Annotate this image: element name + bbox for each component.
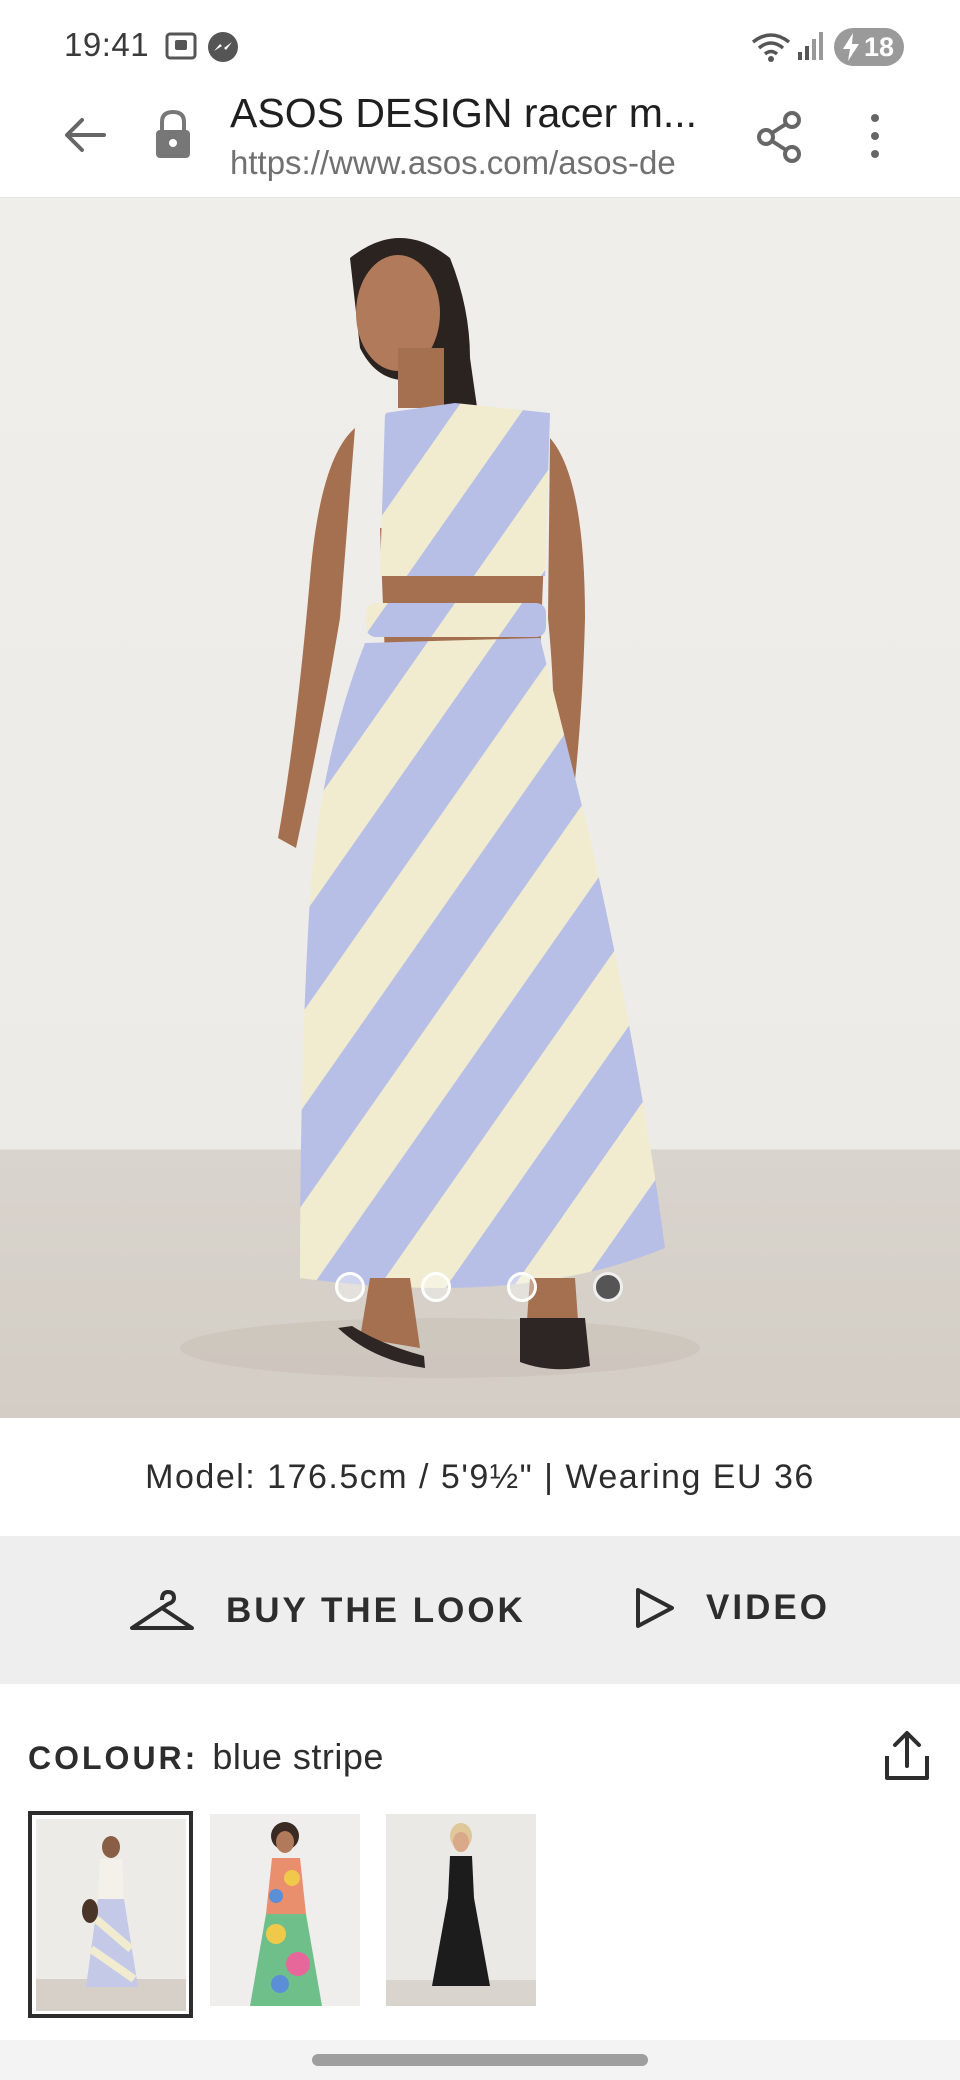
status-time: 19:41 xyxy=(64,26,150,63)
battery-level: 18 xyxy=(863,31,894,62)
media-actions: BUY THE LOOK VIDEO xyxy=(0,1536,960,1684)
page-url[interactable]: https://www.asos.com/asos-de xyxy=(230,144,712,182)
share-upload-icon[interactable] xyxy=(882,1728,932,1789)
video-label: VIDEO xyxy=(706,1588,830,1627)
carousel-dot[interactable] xyxy=(507,1272,537,1302)
more-vert-icon[interactable] xyxy=(860,108,890,169)
home-indicator[interactable] xyxy=(312,2054,648,2066)
status-bar: 19:41 18 xyxy=(0,0,960,90)
swatch-image xyxy=(36,1819,186,2011)
battery-indicator: 18 xyxy=(834,28,904,66)
battery-charging-icon xyxy=(840,32,862,69)
messenger-icon xyxy=(206,30,240,69)
carousel-dot[interactable] xyxy=(421,1272,451,1302)
swatch-blue-stripe[interactable] xyxy=(28,1811,193,2018)
screenshot-icon xyxy=(164,30,198,67)
colour-value: blue stripe xyxy=(212,1736,384,1777)
swatch-image xyxy=(386,1814,536,2006)
hanger-icon xyxy=(130,1590,194,1630)
lock-icon[interactable] xyxy=(152,108,194,167)
buy-the-look-button[interactable]: BUY THE LOOK xyxy=(128,1588,526,1634)
play-icon xyxy=(636,1588,674,1628)
carousel-dot-active[interactable] xyxy=(593,1272,623,1302)
share-icon[interactable] xyxy=(754,110,804,169)
back-arrow-icon[interactable] xyxy=(60,110,110,165)
swatch-black[interactable] xyxy=(386,1814,536,2006)
swatch-image xyxy=(210,1814,360,2006)
browser-toolbar: ASOS DESIGN racer m... https://www.asos.… xyxy=(0,90,960,198)
wifi-icon xyxy=(750,30,792,69)
model-info: Model: 176.5cm / 5'9½" | Wearing EU 36 xyxy=(0,1418,960,1536)
buy-the-look-label: BUY THE LOOK xyxy=(226,1591,526,1630)
carousel-dots xyxy=(0,1272,960,1304)
swatch-floral[interactable] xyxy=(210,1814,360,2006)
colour-row: COLOUR: blue stripe xyxy=(28,1731,932,1786)
signal-icon xyxy=(796,30,826,67)
product-photo xyxy=(180,238,700,1378)
carousel-dot[interactable] xyxy=(335,1272,365,1302)
product-image-gallery[interactable]: 9K xyxy=(0,198,960,1418)
colour-label: COLOUR: xyxy=(28,1740,199,1776)
video-button[interactable]: VIDEO xyxy=(632,1586,830,1630)
page-title[interactable]: ASOS DESIGN racer m... xyxy=(230,90,710,137)
